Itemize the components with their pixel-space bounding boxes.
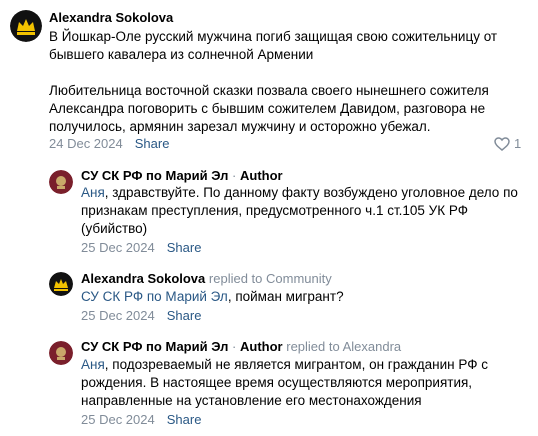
post-paragraph: В Йошкар-Оле русский мужчина погиб защищ… [49,29,498,62]
share-button[interactable]: Share [167,308,202,323]
like-count: 1 [514,136,522,151]
avatar[interactable] [10,10,42,42]
replied-to-label[interactable]: replied to Community [209,271,332,286]
post-text: В Йошкар-Оле русский мужчина погиб защищ… [49,28,529,136]
reply-meta: 25 Dec 2024 Share [81,308,201,323]
author-badge: Author [240,168,283,183]
reply-text: Аня, подозреваемый не является мигрантом… [81,356,521,410]
author-badge: Author [240,339,283,354]
mention-link[interactable]: Аня [81,185,105,200]
author-name[interactable]: СУ СК РФ по Марий Эл [81,168,228,183]
post-paragraph: Любительница восточной сказки позвала св… [49,83,489,134]
avatar[interactable] [49,272,73,296]
author-name[interactable]: Alexandra Sokolova [49,10,173,25]
separator: · [232,339,237,354]
reply-author-line: СУ СК РФ по Марий Эл · Author replied to… [81,339,401,354]
author-name[interactable]: Alexandra Sokolova [81,271,205,286]
share-button[interactable]: Share [167,240,202,255]
share-button[interactable]: Share [167,412,202,427]
reply-date[interactable]: 25 Dec 2024 [81,308,155,323]
reply-date[interactable]: 25 Dec 2024 [81,240,155,255]
reply-author-line: Alexandra Sokolova replied to Community [81,271,332,286]
reply-body: , здравствуйте. По данному факту возбужд… [81,185,518,236]
like-button[interactable]: 1 [494,136,521,151]
reply-date[interactable]: 25 Dec 2024 [81,412,155,427]
replied-to-label[interactable]: replied to Alexandra [286,339,401,354]
reply-meta: 25 Dec 2024 Share [81,412,201,427]
reply-body: , подозреваемый не является мигрантом, о… [81,357,488,408]
reply-author-line: СУ СК РФ по Марий Эл · Author [81,168,283,183]
mention-link[interactable]: Аня [81,357,105,372]
avatar[interactable] [49,341,73,365]
separator: · [232,168,237,183]
share-button[interactable]: Share [135,136,170,151]
community-avatar-image [49,170,73,194]
mention-link[interactable]: СУ СК РФ по Марий Эл [81,289,228,304]
post-date[interactable]: 24 Dec 2024 [49,136,123,151]
reply-body: , пойман мигрант? [227,289,344,304]
avatar[interactable] [49,170,73,194]
community-avatar-image [49,341,73,365]
post-meta: 24 Dec 2024 Share [49,136,169,151]
reply-text: Аня, здравствуйте. По данному факту возб… [81,184,521,238]
author-name-text[interactable]: Alexandra Sokolova [49,10,173,25]
reply-meta: 25 Dec 2024 Share [81,240,201,255]
heart-outline-icon [494,136,510,151]
reply-text: СУ СК РФ по Марий Эл, пойман мигрант? [81,288,521,306]
author-name[interactable]: СУ СК РФ по Марий Эл [81,339,228,354]
user-avatar-image [49,272,73,296]
user-avatar-image [10,10,42,42]
